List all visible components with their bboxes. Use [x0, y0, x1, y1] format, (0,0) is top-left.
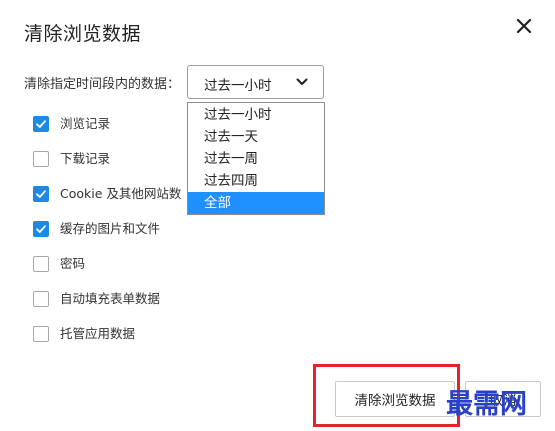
dropdown-option-past-day[interactable]: 过去一天 [188, 126, 324, 148]
checkbox[interactable] [33, 256, 49, 272]
data-type-label: 密码 [60, 256, 86, 271]
highlight-annotation [313, 364, 460, 427]
time-range-selected-value: 过去一小时 [204, 78, 272, 94]
data-type-label: 托管应用数据 [60, 326, 136, 341]
close-icon [516, 18, 532, 34]
checkbox[interactable] [33, 151, 49, 167]
time-range-dropdown: 过去一小时 过去一天 过去一周 过去四周 全部 [187, 102, 325, 215]
data-type-label: 缓存的图片和文件 [60, 221, 161, 236]
time-range-select[interactable]: 过去一小时 [187, 65, 324, 99]
checkbox[interactable] [33, 326, 49, 342]
checkbox[interactable] [33, 291, 49, 307]
clear-browsing-data-dialog: 清除浏览数据 清除指定时间段内的数据： 过去一小时 浏览记录 下载记录 Cook… [0, 0, 555, 431]
watermark-logo: 最需网 [446, 389, 527, 420]
dropdown-option-past-hour[interactable]: 过去一小时 [188, 104, 324, 126]
data-type-label: 浏览记录 [60, 116, 111, 131]
chevron-down-icon [296, 78, 308, 85]
checkmark-icon [36, 225, 46, 233]
data-type-label: 下载记录 [60, 151, 111, 166]
dropdown-option-past-week[interactable]: 过去一周 [188, 148, 324, 170]
checkmark-icon [36, 120, 46, 128]
checkbox[interactable] [33, 221, 49, 237]
data-type-label: Cookie 及其他网站数 [60, 186, 182, 201]
data-type-label: 自动填充表单数据 [60, 291, 161, 306]
checkbox[interactable] [33, 186, 49, 202]
close-button[interactable] [509, 11, 539, 41]
dialog-title: 清除浏览数据 [24, 23, 142, 45]
dropdown-option-all-time[interactable]: 全部 [188, 192, 324, 214]
dropdown-option-past-four-weeks[interactable]: 过去四周 [188, 170, 324, 192]
checkbox[interactable] [33, 116, 49, 132]
time-range-label: 清除指定时间段内的数据： [24, 77, 181, 92]
checkmark-icon [36, 190, 46, 198]
